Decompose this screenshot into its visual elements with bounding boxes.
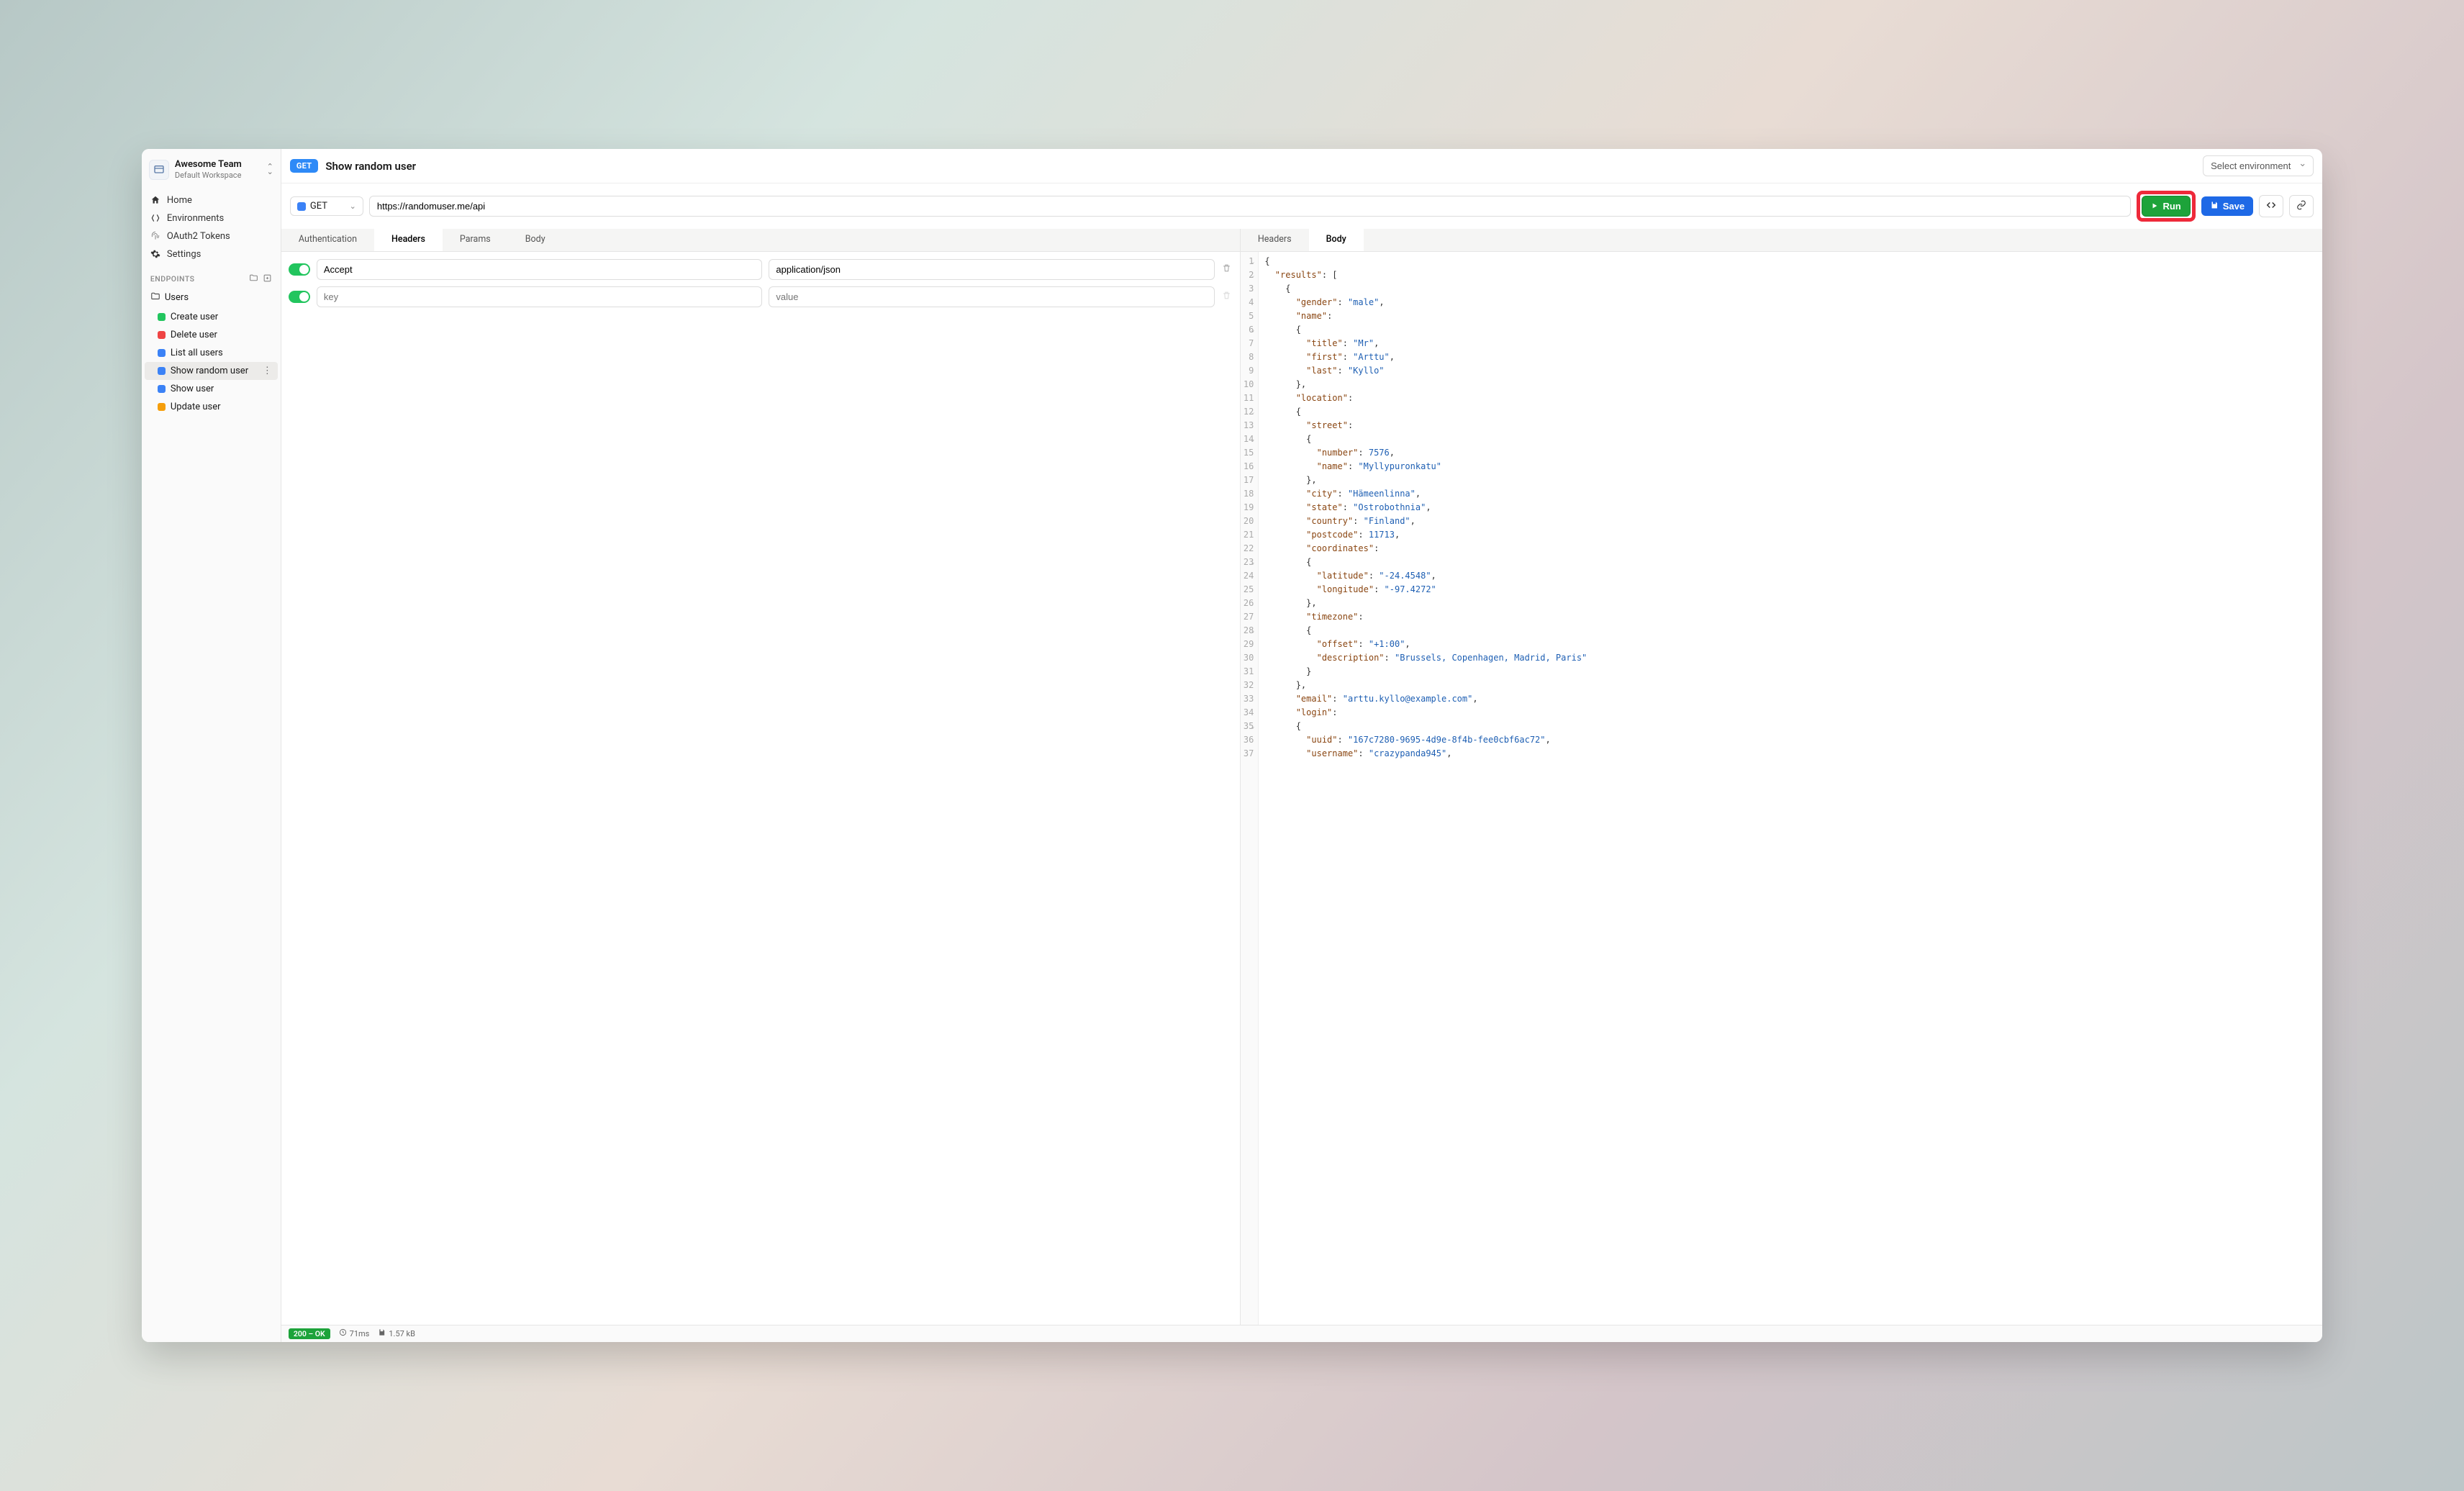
tab-authentication[interactable]: Authentication	[281, 229, 374, 251]
endpoint-create-user[interactable]: Create user	[142, 308, 281, 326]
nav-home[interactable]: Home	[142, 191, 281, 209]
code-icon	[2266, 200, 2276, 212]
status-bar: 200 – OK 71ms 1.57 kB	[281, 1325, 2322, 1342]
method-dot-get-icon	[158, 385, 166, 393]
clock-icon	[339, 1328, 347, 1338]
team-switcher[interactable]: Awesome Team Default Workspace ⌃⌄	[142, 156, 281, 189]
endpoint-list-users[interactable]: List all users	[142, 344, 281, 362]
folder-users[interactable]: Users	[142, 288, 281, 308]
run-highlight-box: Run	[2137, 191, 2195, 222]
tab-body[interactable]: Body	[508, 229, 563, 251]
app-window: Awesome Team Default Workspace ⌃⌄ Home E…	[142, 149, 2322, 1342]
status-code-badge: 200 – OK	[289, 1328, 330, 1339]
run-button[interactable]: Run	[2142, 196, 2190, 217]
sidebar: Awesome Team Default Workspace ⌃⌄ Home E…	[142, 149, 281, 1342]
endpoint-show-random-user[interactable]: Show random user ⋮	[145, 362, 278, 380]
topbar: GET Show random user Select environment	[281, 149, 2322, 183]
endpoint-show-user[interactable]: Show user	[142, 380, 281, 398]
method-dot-post-icon	[158, 313, 166, 321]
request-pane: Authentication Headers Params Body	[281, 229, 1241, 1325]
response-viewer[interactable]: 1⌄2⌄3456⌄789101112⌄1314⌄1516171819202122…	[1241, 252, 2322, 1325]
nav-settings[interactable]: Settings	[142, 245, 281, 263]
endpoint-title: Show random user	[325, 160, 416, 173]
link-button[interactable]	[2289, 195, 2314, 217]
request-tabs: Authentication Headers Params Body	[281, 229, 1240, 252]
url-input[interactable]	[369, 196, 2132, 217]
environments-icon	[150, 213, 161, 223]
workspace-name: Default Workspace	[175, 171, 261, 180]
method-dot-get-icon	[158, 367, 166, 375]
header-key-input[interactable]	[317, 286, 763, 307]
header-key-input[interactable]	[317, 259, 763, 280]
chevron-down-icon: ⌄	[350, 201, 356, 211]
method-select[interactable]: GET ⌄	[290, 196, 363, 216]
method-select-label: GET	[310, 201, 327, 212]
response-size: 1.57 kB	[389, 1329, 415, 1338]
method-dot-delete-icon	[158, 331, 166, 339]
header-row	[289, 259, 1233, 280]
endpoint-delete-user[interactable]: Delete user	[142, 326, 281, 344]
team-name: Awesome Team	[175, 159, 261, 171]
more-icon[interactable]: ⋮	[263, 366, 272, 376]
request-bar: GET ⌄ Run Save	[281, 183, 2322, 229]
method-dot-get-icon	[297, 202, 306, 211]
gear-icon	[150, 249, 161, 259]
new-endpoint-icon[interactable]	[263, 273, 272, 285]
folder-icon	[150, 291, 160, 304]
tab-response-headers[interactable]: Headers	[1241, 229, 1309, 251]
method-dot-get-icon	[158, 349, 166, 357]
endpoint-label: Show random user	[171, 366, 248, 376]
tab-params[interactable]: Params	[443, 229, 508, 251]
header-value-input[interactable]	[769, 286, 1215, 307]
trash-icon[interactable]	[1221, 291, 1233, 303]
headers-editor	[281, 252, 1240, 321]
endpoint-update-user[interactable]: Update user	[142, 398, 281, 416]
trash-icon[interactable]	[1221, 263, 1233, 276]
endpoint-label: Update user	[171, 402, 221, 412]
folder-users-label: Users	[165, 292, 189, 303]
tab-response-body[interactable]: Body	[1309, 229, 1364, 251]
header-toggle[interactable]	[289, 291, 310, 303]
nav-environments[interactable]: Environments	[142, 209, 281, 227]
fingerprint-icon	[150, 231, 161, 241]
environment-select[interactable]: Select environment	[2203, 155, 2314, 176]
home-icon	[150, 195, 161, 205]
team-avatar-icon	[149, 160, 169, 180]
endpoint-label: Show user	[171, 384, 214, 394]
save-button[interactable]: Save	[2201, 196, 2253, 216]
nav-home-label: Home	[167, 195, 192, 206]
nav-environments-label: Environments	[167, 213, 224, 224]
download-icon	[378, 1328, 386, 1338]
endpoint-label: Delete user	[171, 330, 217, 340]
method-badge: GET	[290, 159, 319, 173]
play-icon	[2151, 201, 2158, 212]
nav-oauth-label: OAuth2 Tokens	[167, 231, 230, 242]
run-label: Run	[2162, 201, 2180, 212]
code-button[interactable]	[2259, 195, 2283, 217]
endpoint-label: List all users	[171, 348, 223, 358]
endpoints-section-label: ENDPOINTS	[150, 274, 195, 284]
method-dot-put-icon	[158, 403, 166, 411]
save-icon	[2210, 201, 2219, 212]
link-icon	[2296, 200, 2306, 212]
response-time: 71ms	[350, 1329, 370, 1338]
save-label: Save	[2223, 201, 2245, 212]
response-tabs: Headers Body	[1241, 229, 2322, 252]
main: GET Show random user Select environment …	[281, 149, 2322, 1342]
header-value-input[interactable]	[769, 259, 1215, 280]
header-row-empty	[289, 286, 1233, 307]
new-folder-icon[interactable]	[249, 273, 258, 285]
header-toggle[interactable]	[289, 263, 310, 276]
endpoint-label: Create user	[171, 312, 218, 322]
tab-headers[interactable]: Headers	[374, 229, 443, 251]
response-pane: Headers Body 1⌄2⌄3456⌄789101112⌄1314⌄151…	[1241, 229, 2322, 1325]
chevron-up-down-icon[interactable]: ⌃⌄	[267, 165, 273, 174]
nav-oauth[interactable]: OAuth2 Tokens	[142, 227, 281, 245]
nav-settings-label: Settings	[167, 249, 201, 260]
